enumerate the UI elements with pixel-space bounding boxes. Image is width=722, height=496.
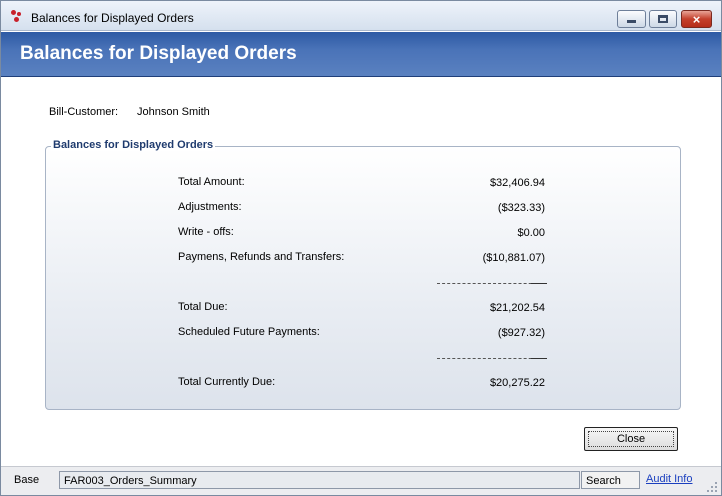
application-window: Balances for Displayed Orders × Balances… bbox=[0, 0, 722, 496]
bill-customer-value: Johnson Smith bbox=[137, 106, 210, 118]
window-close-button[interactable]: × bbox=[681, 10, 712, 28]
write-offs-value: $0.00 bbox=[517, 227, 545, 239]
write-offs-label: Write - offs: bbox=[178, 226, 234, 238]
app-icon bbox=[11, 10, 25, 24]
minimize-icon bbox=[618, 11, 645, 27]
payments-value: ($10,881.07) bbox=[482, 252, 545, 264]
total-separator bbox=[437, 358, 547, 359]
payments-label: Paymens, Refunds and Transfers: bbox=[178, 251, 345, 263]
adjustments-label: Adjustments: bbox=[178, 201, 242, 213]
total-amount-value: $32,406.94 bbox=[489, 177, 545, 189]
environment-label: Base bbox=[14, 474, 40, 486]
scheduled-payments-label: Scheduled Future Payments: bbox=[178, 326, 320, 338]
form-name-field: FAR003_Orders_Summary bbox=[59, 471, 580, 489]
close-button[interactable]: Close bbox=[584, 427, 678, 451]
resize-grip-icon[interactable] bbox=[707, 482, 717, 492]
page-title: Balances for Displayed Orders bbox=[20, 43, 297, 64]
subtotal-separator bbox=[437, 283, 547, 284]
balances-groupbox bbox=[45, 146, 681, 410]
maximize-button[interactable] bbox=[649, 10, 677, 28]
currently-due-value: $20,275.22 bbox=[489, 377, 545, 389]
status-bar: Base FAR003_Orders_Summary Search Audit … bbox=[1, 466, 721, 495]
close-icon: × bbox=[692, 11, 701, 27]
total-due-value: $21,202.54 bbox=[489, 302, 545, 314]
adjustments-value: ($323.33) bbox=[497, 202, 545, 214]
search-button[interactable]: Search bbox=[581, 471, 640, 489]
header-banner: Balances for Displayed Orders bbox=[1, 32, 721, 77]
main-content: Bill-Customer: Johnson Smith Balances fo… bbox=[1, 78, 721, 466]
groupbox-title: Balances for Displayed Orders bbox=[51, 139, 216, 151]
minimize-button[interactable] bbox=[617, 10, 646, 28]
bill-customer-label: Bill-Customer: bbox=[49, 106, 119, 118]
maximize-icon bbox=[650, 11, 676, 27]
total-due-label: Total Due: bbox=[178, 301, 228, 313]
currently-due-label: Total Currently Due: bbox=[178, 376, 276, 388]
window-title: Balances for Displayed Orders bbox=[31, 11, 194, 25]
scheduled-payments-value: ($927.32) bbox=[497, 327, 545, 339]
title-bar[interactable]: Balances for Displayed Orders × bbox=[1, 1, 721, 31]
audit-info-link[interactable]: Audit Info bbox=[646, 473, 692, 485]
total-amount-label: Total Amount: bbox=[178, 176, 245, 188]
